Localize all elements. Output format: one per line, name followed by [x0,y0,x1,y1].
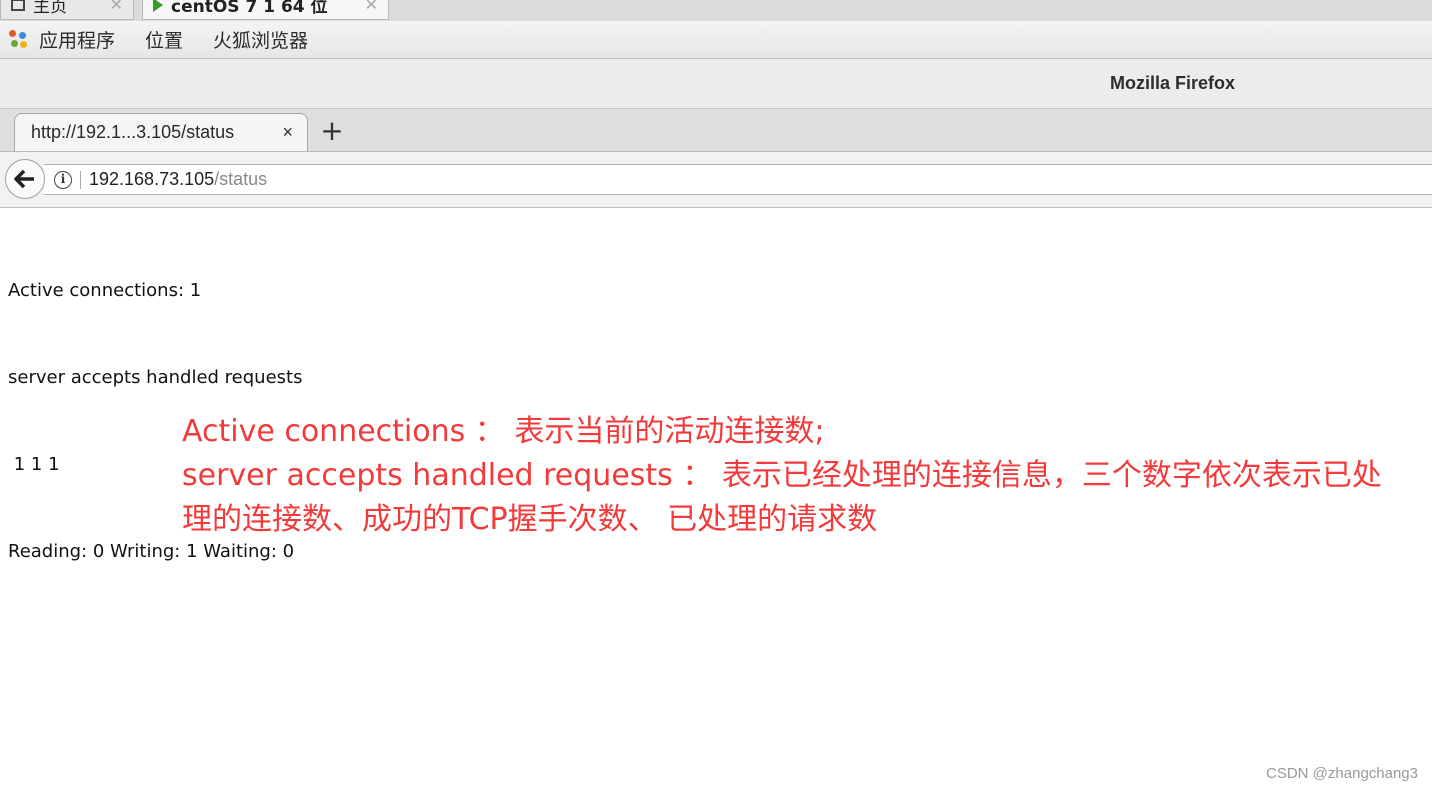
annotation-line-2: server accepts handled requests ： 表示已经处理… [182,458,1382,493]
tab-close-icon[interactable]: × [282,122,293,143]
close-icon[interactable]: ✕ [365,0,378,14]
host-tab-home-label: 主页 [33,0,67,17]
browser-tab-title: http://192.1...3.105/status [31,122,235,142]
url-bar[interactable]: i 192.168.73.105/status [44,164,1432,195]
watermark: CSDN @zhangchang3 [1266,765,1418,782]
window-title-bar: Mozilla Firefox [0,59,1432,109]
vm-icon [153,0,163,12]
back-button[interactable] [5,159,45,199]
menu-places[interactable]: 位置 [145,26,183,53]
url-separator [80,170,81,189]
browser-tab-strip: http://192.1...3.105/status × + [0,109,1432,152]
annotation-text: Active connections ： 表示当前的活动连接数; server … [182,410,1412,542]
status-line-header: server accepts handled requests [8,367,303,388]
new-tab-button[interactable]: + [318,115,346,147]
applications-icon [9,29,29,50]
back-arrow-icon [14,169,34,189]
url-path: /status [214,169,268,189]
menu-applications[interactable]: 应用程序 [39,26,115,53]
status-line-active: Active connections: 1 [8,280,202,301]
gnome-top-bar: 应用程序 位置 火狐浏览器 [0,21,1432,59]
info-icon[interactable]: i [54,170,72,189]
annotation-line-1: Active connections ： 表示当前的活动连接数; [182,414,825,449]
browser-tab[interactable]: http://192.1...3.105/status × [14,113,308,151]
home-icon [11,0,25,11]
close-icon[interactable]: ✕ [110,0,123,14]
host-tab-bar: 主页 ✕ centOS 7 1 64 位 ✕ [0,0,1432,22]
url-host: 192.168.73.105 [89,169,215,189]
host-tab-vm-label: centOS 7 1 64 位 [171,0,328,17]
window-title: Mozilla Firefox [1110,73,1236,93]
host-tab-vm[interactable]: centOS 7 1 64 位 ✕ [142,0,389,20]
host-tab-home[interactable]: 主页 ✕ [0,0,134,20]
annotation-line-3: 理的连接数、成功的TCP握手次数、 已处理的请求数 [182,502,878,537]
menu-firefox[interactable]: 火狐浏览器 [213,26,308,53]
navigation-bar: i 192.168.73.105/status [0,152,1432,208]
